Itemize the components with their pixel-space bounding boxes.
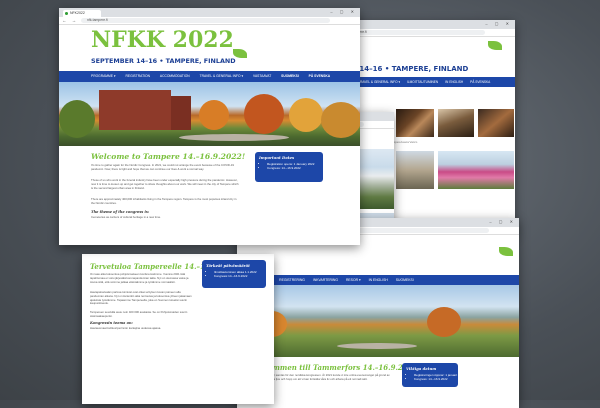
nav-item[interactable]: RESOR ▾ [346, 275, 361, 285]
paragraph-2: Those of us who work in the funeral indu… [91, 178, 239, 190]
theme-subheading: Kongressin teema on: [90, 321, 133, 325]
nav-item[interactable]: IN ENGLISH [369, 275, 388, 285]
nav-item[interactable]: INKVARTERING [313, 275, 338, 285]
tree [289, 98, 323, 132]
tree [427, 307, 461, 337]
nav-registration[interactable]: REGISTRATION [125, 71, 149, 82]
brick-building [99, 90, 171, 130]
nav-travel[interactable]: TRAVEL & GENERAL INFO ▾ [200, 71, 244, 82]
important-dates-box: Viktiga datum Registreringen öppnar: 1 j… [402, 363, 464, 387]
main-nav: PROGRAMME ▾ REGISTRATION ACCOMMODATION T… [59, 71, 360, 82]
page-heading: Välkommen till Tammerfors 14.–16.9.2022! [251, 363, 421, 372]
paragraph-1: On taas aika kokoontua pohjoismaiseen ko… [90, 272, 189, 284]
address-bar: ← → ⟳ nfk-tampere.fi [59, 17, 360, 25]
nav-suomeksi[interactable]: SUOMEKSI [281, 71, 299, 82]
url-input[interactable]: nfk-tampere.fi [81, 18, 330, 23]
nav-item[interactable]: REGISTRERING [279, 275, 305, 285]
browser-window-main: NFK2022 – ▢ ✕ ← → ⟳ nfk-tampere.fi NFKK … [59, 8, 360, 245]
nav-svenska[interactable]: PÅ SVENSKA [309, 71, 330, 82]
page-content: Welcome to Tampere 14.–16.9.2022! It's t… [59, 146, 360, 245]
park-path [337, 343, 417, 349]
box-title: Important Dates [259, 155, 295, 160]
tab-nfk[interactable]: NFK2022 [63, 10, 101, 17]
box-title: Viktiga datum [406, 366, 437, 371]
page-content: Tervetuloa Tampereelle 14.–16.9.2022! On… [82, 254, 274, 404]
tree [321, 102, 360, 138]
restaurant-photo [438, 109, 474, 137]
theme-subheading: The theme of the congress is: [91, 210, 150, 214]
dates-list: Ilmoittautuminen alkaa 1.1.2022 Kongress… [206, 270, 262, 278]
window-controls[interactable]: – ▢ ✕ [485, 21, 512, 26]
window-controls[interactable]: – ▢ ✕ [489, 219, 516, 224]
nav-accommodation[interactable]: ACCOMMODATION [160, 71, 190, 82]
site-tagline: SEPTEMBER 14–16 • TAMPERE, FINLAND [91, 57, 236, 65]
tab-strip: NFK2022 – ▢ ✕ [59, 8, 360, 17]
leaf-logo-icon [488, 41, 502, 50]
paragraph-3: There are approximately 400,000 inhabita… [91, 197, 237, 205]
nav-vastaavat[interactable]: VASTAAVAT [253, 71, 271, 82]
flowers-photo [438, 151, 514, 189]
hero-image [237, 285, 519, 357]
browser-window-swedish: NFK2022 – ▢ ✕ ← → ⟳ nfk-tampere.fi PROGR… [237, 218, 519, 408]
tree [199, 100, 229, 130]
window-controls[interactable]: – ▢ ✕ [330, 9, 357, 14]
nav-item[interactable]: SUOMEKSI [396, 275, 414, 285]
nav-programme[interactable]: PROGRAMME ▾ [91, 71, 116, 82]
tree [59, 100, 95, 138]
nav-item[interactable]: PÅ SVENSKA [470, 77, 490, 87]
browser-window-finnish-content: Tervetuloa Tampereelle 14.–16.9.2022! On… [82, 254, 274, 404]
tree [244, 94, 284, 134]
pub-photo [396, 109, 434, 137]
date-item: Congress: 14.–16.9.2022 [267, 166, 319, 170]
bar-photo [478, 109, 514, 137]
hero-image [59, 82, 360, 146]
dates-list: Registreringen öppnar: 1 januari 2022 Ko… [406, 373, 464, 381]
paragraph-2: Hautapalvelualan parissa toimivat ovat o… [90, 290, 192, 306]
date-item: Kongress: 14.–16.9.2022 [414, 377, 454, 381]
site-header: NFKK 2022 SEPTEMBER 14–16 • TAMPERE, FIN… [59, 25, 360, 71]
theme-text: Cemeteries as carriers of cultural herit… [91, 215, 161, 219]
tab-favicon-icon [65, 12, 68, 15]
leaf-logo-icon [499, 247, 513, 256]
leaf-logo-icon [233, 49, 247, 58]
brick-building-side [171, 96, 191, 130]
nav-item[interactable]: TRAVEL & GENERAL INFO ▾ [358, 77, 400, 87]
date-item: Kongressi 14.–16.9.2022 [214, 274, 262, 278]
url-input[interactable]: nfk-tampere.fi [340, 30, 485, 35]
page-content: Välkommen till Tammerfors 14.–16.9.2022!… [237, 357, 519, 408]
church-photo [396, 151, 434, 189]
paragraph-3: Tampereen seudulla asuu noin 400 000 asu… [90, 310, 188, 318]
site-logo[interactable]: NFKK 2022 [91, 27, 234, 53]
page-heading: Welcome to Tampere 14.–16.9.2022! [91, 152, 246, 161]
nav-item[interactable]: ILMOITTAUTUMINEN [407, 77, 438, 87]
dates-list: Registration opens: 1 January 2022 Congr… [259, 162, 319, 170]
important-dates-box: Tärkeät päivämäärät Ilmoittautuminen alk… [202, 260, 266, 288]
theme-text: Hautausmaat kulttuuriperinnön kantajina … [90, 326, 162, 330]
park-path [179, 134, 289, 141]
paragraph-1: It's time to gather again for the Nordic… [91, 163, 234, 171]
important-dates-box: Important Dates Registration opens: 1 Ja… [255, 152, 323, 182]
main-nav: PROGRAM ▾ REGISTRERING INKVARTERING RESO… [237, 275, 519, 285]
nav-item[interactable]: IN ENGLISH [445, 77, 463, 87]
box-title: Tärkeät päivämäärät [206, 263, 250, 268]
